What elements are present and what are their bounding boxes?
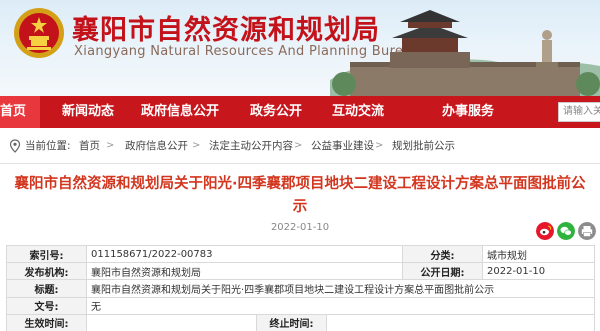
breadcrumb-item-home[interactable]: 首页: [79, 128, 100, 164]
issuer-value: 襄阳市自然资源和规划局: [86, 262, 403, 281]
wechat-icon[interactable]: [557, 222, 575, 240]
nav-services[interactable]: 办事服务: [442, 96, 494, 128]
nav-interaction[interactable]: 互动交流: [332, 96, 384, 128]
subject-label: 标题:: [6, 279, 87, 298]
header-banner: 襄阳市自然资源和规划局 Xiangyang Natural Resources …: [0, 0, 600, 96]
nav-gov-info[interactable]: 政府信息公开: [141, 96, 219, 128]
category-value: 城市规划: [482, 244, 595, 264]
info-table: 索引号: 011158671/2022-00783 分类: 城市规划 发布机构:…: [6, 244, 595, 331]
pubdate-value: 2022-01-10: [482, 262, 595, 281]
search-input[interactable]: 请输入关: [558, 102, 600, 122]
breadcrumb-item-gov-info[interactable]: 政府信息公开: [125, 128, 188, 164]
main-nav: 首页 新闻动态 政府信息公开 政务公开 互动交流 办事服务: [0, 96, 600, 128]
docno-value: 无: [86, 296, 595, 315]
category-label: 分类:: [402, 244, 483, 264]
table-row: 文号: 无: [6, 296, 595, 315]
breadcrumb-separator: >: [375, 140, 384, 151]
nav-news[interactable]: 新闻动态: [62, 96, 114, 128]
table-row: 标题: 襄阳市自然资源和规划局关于阳光·四季襄郡项目地块二建设工程设计方案总平面…: [6, 279, 595, 298]
breadcrumb-item-statutory[interactable]: 法定主动公开内容: [209, 128, 293, 164]
nav-affairs[interactable]: 政务公开: [250, 96, 302, 128]
weibo-icon[interactable]: [536, 222, 554, 240]
location-pin-icon: [9, 139, 21, 153]
city-gate-scenery: [330, 10, 600, 96]
breadcrumb-item-planning-notice[interactable]: 规划批前公示: [392, 128, 455, 164]
subject-value: 襄阳市自然资源和规划局关于阳光·四季襄郡项目地块二建设工程设计方案总平面图批前公…: [86, 279, 595, 298]
table-row: 生效时间: 终止时间:: [6, 313, 595, 331]
article-title: 襄阳市自然资源和规划局关于阳光·四季襄郡项目地块二建设工程设计方案总平面图批前公…: [14, 176, 586, 215]
print-icon[interactable]: [578, 222, 596, 240]
table-row: 发布机构: 襄阳市自然资源和规划局 公开日期: 2022-01-10: [6, 262, 595, 281]
breadcrumb-separator: >: [192, 140, 201, 151]
nav-home[interactable]: 首页: [0, 96, 40, 128]
end-value: [326, 313, 595, 331]
table-row: 索引号: 011158671/2022-00783 分类: 城市规划: [6, 244, 595, 264]
breadcrumb: 当前位置: 首页 > 政府信息公开 > 法定主动公开内容 > 公益事业建设 > …: [0, 128, 600, 164]
pubdate-label: 公开日期:: [402, 262, 483, 281]
index-value: 011158671/2022-00783: [86, 244, 403, 264]
effective-value: [86, 313, 257, 331]
issuer-label: 发布机构:: [6, 262, 87, 281]
breadcrumb-separator: >: [294, 140, 303, 151]
end-label: 终止时间:: [256, 313, 327, 331]
index-label: 索引号:: [6, 244, 87, 264]
national-emblem-icon: [14, 8, 64, 58]
article-date: 2022-01-10: [270, 222, 330, 233]
breadcrumb-prefix: 当前位置:: [25, 140, 71, 152]
breadcrumb-separator: >: [106, 140, 115, 151]
effective-label: 生效时间:: [6, 313, 87, 331]
docno-label: 文号:: [6, 296, 87, 315]
page: { "header": { "title": "襄阳市自然资源和规划局", "s…: [0, 0, 600, 331]
breadcrumb-item-public-welfare[interactable]: 公益事业建设: [311, 128, 374, 164]
